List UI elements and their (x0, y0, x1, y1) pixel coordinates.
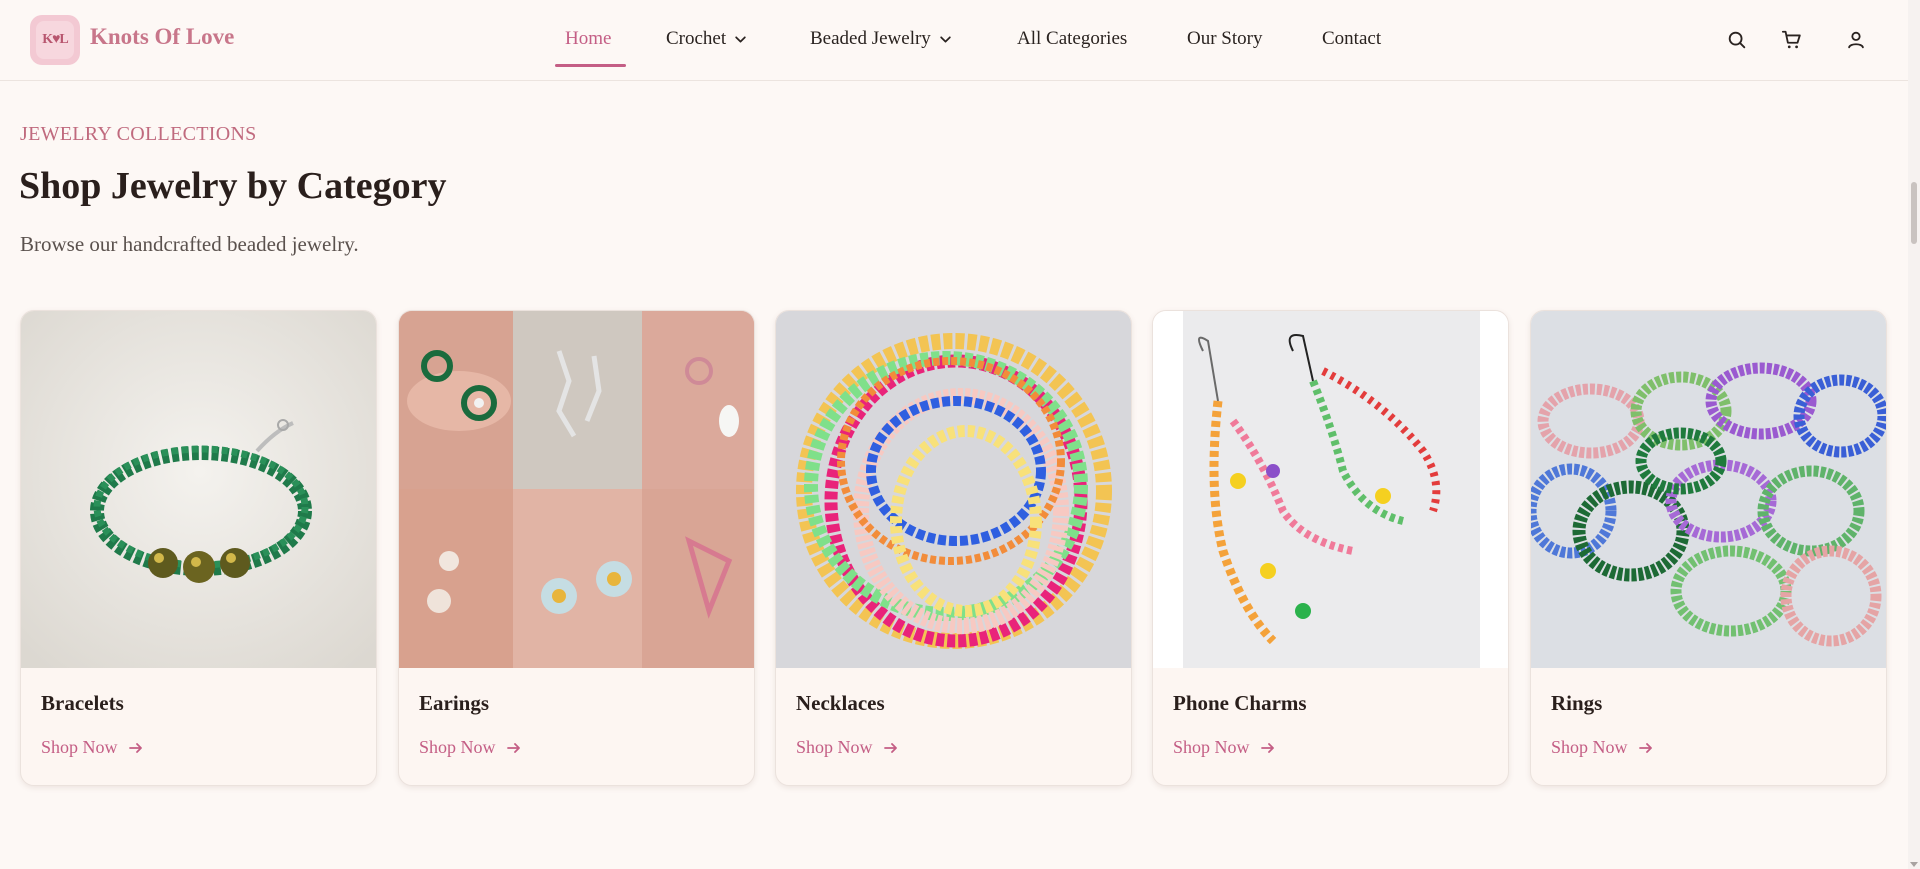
nav-home[interactable]: Home (565, 28, 611, 50)
section-eyebrow: JEWELRY COLLECTIONS (20, 123, 257, 145)
category-name-necklaces: Necklaces (796, 691, 885, 715)
category-image-bracelets (21, 311, 376, 668)
shop-now-link-necklaces[interactable]: Shop Now (796, 737, 899, 758)
nav-contact-label: Contact (1322, 28, 1382, 49)
category-name-earings: Earings (419, 691, 490, 715)
shop-now-label: Shop Now (1173, 737, 1250, 757)
shop-now-link-bracelets[interactable]: Shop Now (41, 737, 144, 758)
category-name-phone-charms: Phone Charms (1173, 691, 1307, 715)
arrow-right-icon (883, 742, 897, 753)
page-title: Shop Jewelry by Category (19, 165, 447, 207)
section-subtitle: Browse our handcrafted beaded jewelry. (20, 232, 359, 256)
category-name-rings: Rings (1551, 691, 1603, 715)
shop-now-label: Shop Now (419, 737, 496, 757)
nav-our-story[interactable]: Our Story (1187, 28, 1262, 50)
category-image-necklaces (776, 311, 1131, 668)
category-image-phone-charms (1153, 311, 1508, 668)
site-header: K♥L Knots Of Love Home Crochet Beaded Je… (0, 0, 1908, 81)
shop-now-label: Shop Now (796, 737, 873, 757)
shop-now-label: Shop Now (1551, 737, 1628, 757)
category-name-bracelets: Bracelets (41, 691, 124, 715)
category-card-earings[interactable]: Earings Shop Now (398, 310, 755, 786)
category-image-earings (399, 311, 754, 668)
nav-crochet[interactable]: Crochet (666, 28, 747, 50)
shop-now-link-rings[interactable]: Shop Now (1551, 737, 1654, 758)
page-scrollbar[interactable] (1908, 0, 1920, 869)
cart-icon[interactable] (1781, 29, 1803, 51)
chevron-down-icon (735, 35, 746, 43)
scrollbar-thumb[interactable] (1911, 182, 1917, 244)
category-card-phone-charms[interactable]: Phone Charms Shop Now (1152, 310, 1509, 786)
category-card-necklaces[interactable]: Necklaces Shop Now (775, 310, 1132, 786)
nav-contact[interactable]: Contact (1322, 28, 1381, 50)
shop-now-link-earings[interactable]: Shop Now (419, 737, 522, 758)
nav-home-label: Home (565, 28, 612, 49)
arrow-right-icon (1260, 742, 1274, 753)
arrow-right-icon (1638, 742, 1652, 753)
shop-now-label: Shop Now (41, 737, 118, 757)
arrow-right-icon (506, 742, 520, 753)
nav-all-categories[interactable]: All Categories (1017, 28, 1127, 50)
scroll-down-icon[interactable] (1910, 862, 1918, 867)
nav-all-categories-label: All Categories (1017, 28, 1128, 49)
category-card-bracelets[interactable]: Bracelets Shop Now (20, 310, 377, 786)
shop-now-link-phone-charms[interactable]: Shop Now (1173, 737, 1276, 758)
nav-crochet-label: Crochet (666, 28, 727, 49)
nav-our-story-label: Our Story (1187, 28, 1263, 49)
user-icon[interactable] (1845, 29, 1867, 51)
category-card-rings[interactable]: Rings Shop Now (1530, 310, 1887, 786)
nav-beaded-jewelry-label: Beaded Jewelry (810, 28, 931, 49)
category-image-rings (1531, 311, 1886, 668)
nav-beaded-jewelry[interactable]: Beaded Jewelry (810, 28, 952, 50)
arrow-right-icon (128, 742, 142, 753)
search-icon[interactable] (1726, 29, 1748, 51)
nav-active-indicator (555, 64, 626, 67)
chevron-down-icon (940, 35, 951, 43)
main-nav: Home Crochet Beaded Jewelry All Categori… (0, 0, 1908, 81)
